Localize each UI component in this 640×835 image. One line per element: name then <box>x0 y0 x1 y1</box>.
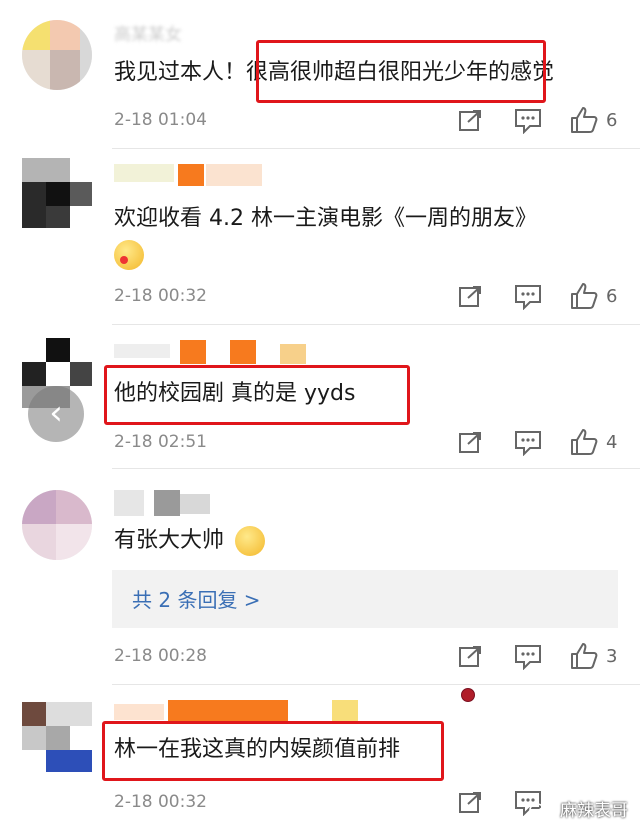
comment-item: 欢迎收看 4.2 林一主演电影《一周的朋友》 2-18 00:32 6 <box>0 148 640 324</box>
shy-kiss-emoji <box>114 240 144 270</box>
like-button[interactable]: 4 <box>570 428 617 456</box>
comment-icon <box>515 285 541 310</box>
highlight-box <box>256 40 546 103</box>
share-button[interactable] <box>458 644 484 668</box>
username[interactable] <box>114 164 264 190</box>
share-icon <box>459 792 481 813</box>
share-icon <box>459 110 481 131</box>
comment-item: 他的校园剧 真的是 yyds 2-18 02:51 4 <box>0 324 640 468</box>
comment-icon <box>515 645 541 670</box>
thumbs-up-icon <box>571 429 598 455</box>
share-icon <box>459 286 481 307</box>
comment-item: 有张大大帅 共 2 条回复 > 2-18 00:28 3 <box>0 468 640 684</box>
timestamp: 2-18 01:04 <box>114 110 207 130</box>
back-button[interactable]: ‹ <box>28 386 84 442</box>
thinking-emoji <box>235 526 266 556</box>
comment-icon <box>515 109 541 134</box>
username[interactable]: 高某某女 <box>114 20 210 46</box>
comment-button[interactable] <box>514 644 542 670</box>
thumbs-up-icon <box>571 107 598 133</box>
comment-button[interactable] <box>514 108 542 134</box>
watermark: 麻辣表哥 <box>528 796 628 821</box>
like-button[interactable]: 6 <box>570 282 617 310</box>
comment-button[interactable] <box>514 284 542 310</box>
view-replies-link[interactable]: 共 2 条回复 > <box>132 584 261 613</box>
thumbs-up-icon <box>571 643 598 669</box>
like-count: 6 <box>606 285 618 307</box>
thumbs-up-icon <box>571 283 598 309</box>
share-icon <box>459 432 481 453</box>
wechat-icon <box>528 803 551 819</box>
comment-text: 有张大大帅 <box>114 526 266 556</box>
like-button[interactable]: 3 <box>570 642 617 670</box>
comment-text: 欢迎收看 4.2 林一主演电影《一周的朋友》 <box>114 206 537 231</box>
share-button[interactable] <box>458 430 484 454</box>
username[interactable] <box>114 340 314 366</box>
like-button[interactable]: 6 <box>570 106 617 134</box>
timestamp: 2-18 02:51 <box>114 432 207 452</box>
timestamp: 2-18 00:28 <box>114 646 207 666</box>
highlight-box <box>102 721 444 781</box>
avatar[interactable] <box>22 20 92 90</box>
share-button[interactable] <box>458 790 484 814</box>
highlight-box <box>104 365 410 425</box>
avatar[interactable] <box>22 702 92 772</box>
back-arrow-icon: ‹ <box>49 393 63 433</box>
comment-icon <box>515 431 541 456</box>
like-count: 4 <box>606 431 618 453</box>
username[interactable] <box>114 490 214 516</box>
like-count: 3 <box>606 645 618 667</box>
status-dot <box>461 688 475 702</box>
avatar[interactable] <box>22 158 92 228</box>
like-count: 6 <box>606 109 618 131</box>
reply-summary[interactable]: 共 2 条回复 > <box>112 570 618 628</box>
avatar[interactable] <box>22 490 92 560</box>
share-button[interactable] <box>458 108 484 132</box>
comment-item: 高某某女 我见过本人！很高很帅超白很阳光少年的感觉 2-18 01:04 6 <box>0 0 640 148</box>
timestamp: 2-18 00:32 <box>114 792 207 812</box>
share-button[interactable] <box>458 284 484 308</box>
comment-button[interactable] <box>514 430 542 456</box>
share-icon <box>459 646 481 667</box>
timestamp: 2-18 00:32 <box>114 286 207 306</box>
